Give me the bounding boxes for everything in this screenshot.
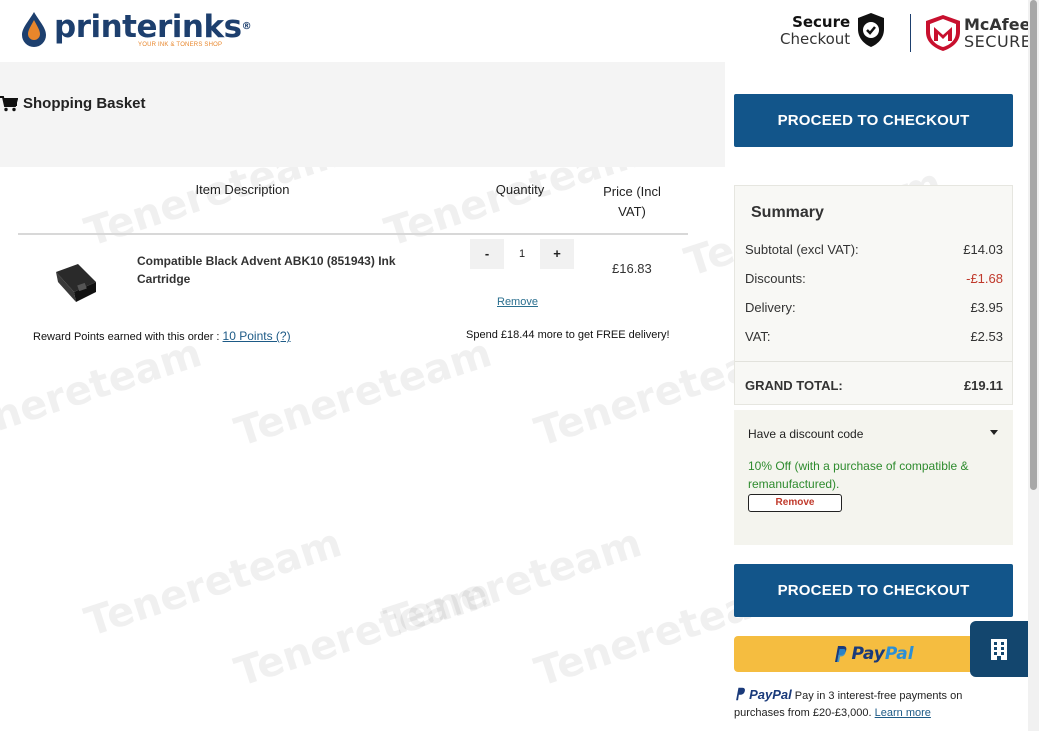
column-header-quantity: Quantity [495,182,545,197]
building-widget-button[interactable] [970,621,1028,677]
logo-wordmark: printerinks® [54,9,252,45]
table-divider [18,233,688,235]
scrollbar-thumb[interactable] [1030,0,1037,490]
order-summary: Summary Subtotal (excl VAT): £14.03 Disco… [734,185,1013,405]
secure-checkout-label: Secure Checkout [780,13,851,48]
column-header-price: Price (Incl VAT) [603,184,661,219]
discount-applied-message: 10% Off (with a purchase of compatible &… [748,459,969,491]
proceed-to-checkout-button[interactable]: PROCEED TO CHECKOUT [734,94,1013,147]
paypal-icon [835,646,847,662]
quantity-increase-button[interactable]: + [540,239,574,269]
discounts-row: Discounts: -£1.68 [745,271,1003,286]
paypal-pay-later-message: PayPal Pay in 3 interest-free payments o… [734,687,963,719]
quantity-decrease-button[interactable]: - [470,239,504,269]
discount-code-panel: Have a discount code 10% Off (with a pur… [734,410,1013,545]
watermark: Tenereteam [79,519,348,647]
watermark: Tenereteam [0,329,208,457]
summary-title: Summary [751,204,824,221]
watermark: Tenereteam [379,519,648,647]
paypal-wordmark: PayPal [851,644,914,664]
summary-divider [735,361,1012,362]
product-image[interactable] [48,258,104,306]
basket-header-band [0,62,725,167]
reward-points: Reward Points earned with this order : 1… [33,329,291,343]
quantity-stepper: - 1 + [470,239,574,269]
remove-discount-button[interactable]: Remove [748,494,842,512]
cart-icon [0,95,18,111]
caret-down-icon[interactable] [990,430,998,435]
page-scrollbar[interactable] [1028,0,1039,731]
subtotal-row: Subtotal (excl VAT): £14.03 [745,242,1003,257]
mcafee-shield-icon [924,14,962,52]
product-name[interactable]: Compatible Black Advent ABK10 (851943) I… [137,252,422,288]
reward-points-link[interactable]: 10 Points (?) [223,329,291,343]
building-icon [991,639,1007,660]
site-logo[interactable]: printerinks® YOUR INK & TONERS SHOP [18,9,252,48]
mcafee-secure-badge: McAfee SECURE [964,15,1032,51]
remove-item-link[interactable]: Remove [497,296,538,308]
watermark: Tenereteam [229,569,498,697]
delivery-row: Delivery: £3.95 [745,300,1003,315]
proceed-to-checkout-button-bottom[interactable]: PROCEED TO CHECKOUT [734,564,1013,617]
watermark: Tenereteam [229,329,498,457]
paypal-icon [736,687,745,701]
ink-drop-icon [18,10,50,48]
discount-code-toggle[interactable]: Have a discount code [748,427,863,441]
vat-row: VAT: £2.53 [745,329,1003,344]
site-header: printerinks® YOUR INK & TONERS SHOP Secu… [0,0,1032,62]
column-header-description: Item Description [195,182,290,197]
logo-tagline: YOUR INK & TONERS SHOP [138,42,223,48]
shield-check-icon [856,12,886,48]
grand-total-row: GRAND TOTAL: £19.11 [745,378,1003,393]
basket-title: Shopping Basket [0,95,146,112]
free-delivery-message: Spend £18.44 more to get FREE delivery! [466,329,670,341]
item-price: £16.83 [612,261,652,276]
quantity-input[interactable]: 1 [504,239,540,269]
learn-more-link[interactable]: Learn more [875,707,931,719]
header-divider [910,14,911,52]
